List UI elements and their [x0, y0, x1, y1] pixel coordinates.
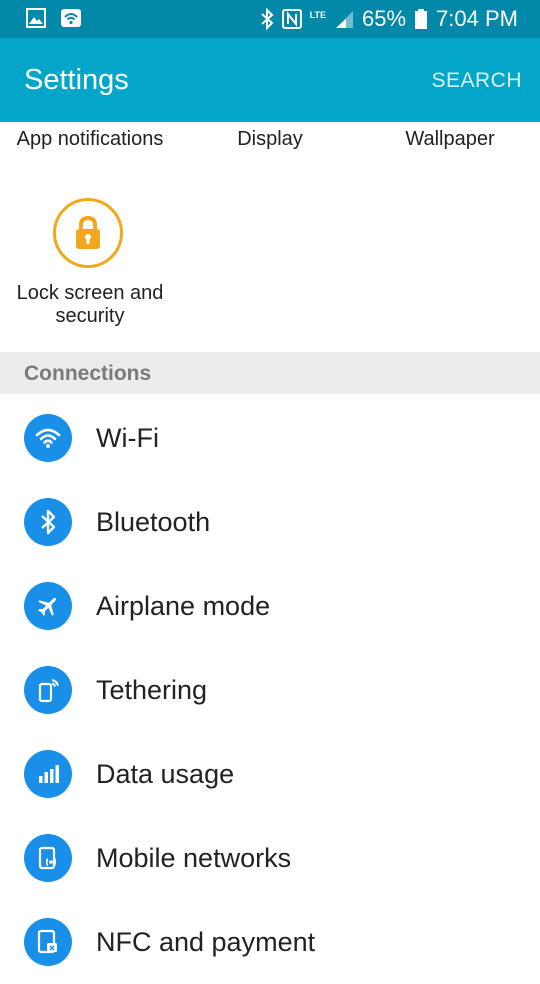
quick-item-lock-screen[interactable] — [53, 198, 123, 268]
search-button[interactable]: SEARCH — [431, 69, 522, 93]
quick-item-wallpaper[interactable]: Wallpaper — [360, 128, 540, 151]
list-item-label: Tethering — [96, 675, 208, 705]
list-item-data-usage[interactable]: Data usage — [0, 732, 540, 816]
status-bar: LTE 65% 7:04 PM — [0, 0, 540, 38]
gallery-icon — [26, 8, 46, 28]
network-type: LTE — [309, 9, 327, 20]
mobile-networks-icon — [24, 834, 72, 882]
list-item-nfc-payment[interactable]: NFC and payment — [0, 900, 540, 984]
list-item-tethering[interactable]: Tethering — [0, 648, 540, 732]
wifi-icon — [24, 414, 72, 462]
nfc-icon — [24, 918, 72, 966]
list-item-wifi[interactable]: Wi-Fi — [0, 396, 540, 480]
tethering-icon — [24, 666, 72, 714]
signal-icon — [336, 11, 354, 28]
list-item-label: Data usage — [96, 759, 235, 789]
list-item-mobile-networks[interactable]: Mobile networks — [0, 816, 540, 900]
page-title: Settings — [24, 64, 129, 96]
data-usage-icon — [24, 750, 72, 798]
list-item-label: Wi-Fi — [96, 423, 159, 453]
nfc-status-icon — [281, 9, 302, 29]
quick-item-display[interactable]: Display — [180, 128, 360, 151]
list-item-label: NFC and payment — [96, 927, 316, 957]
list-item-label: Bluetooth — [96, 507, 211, 537]
wifi-status-icon — [61, 9, 81, 27]
section-title: Connections — [24, 362, 152, 385]
clock: 7:04 PM — [436, 6, 518, 31]
battery-icon — [415, 9, 428, 29]
bluetooth-icon — [24, 498, 72, 546]
list-item-bluetooth[interactable]: Bluetooth — [0, 480, 540, 564]
list-item-label: Airplane mode — [96, 591, 271, 621]
section-header-connections: Connections — [0, 352, 540, 394]
lock-screen-label[interactable]: Lock screen and security — [0, 282, 180, 328]
airplane-icon — [24, 582, 72, 630]
app-bar: Settings SEARCH — [0, 38, 540, 122]
bluetooth-status-icon — [261, 8, 274, 30]
battery-percent: 65% — [362, 6, 407, 31]
list-item-label: Mobile networks — [96, 843, 292, 873]
list-item-airplane-mode[interactable]: Airplane mode — [0, 564, 540, 648]
quick-item-app-notifications[interactable]: App notifications — [0, 128, 180, 151]
lock-icon — [76, 215, 100, 249]
